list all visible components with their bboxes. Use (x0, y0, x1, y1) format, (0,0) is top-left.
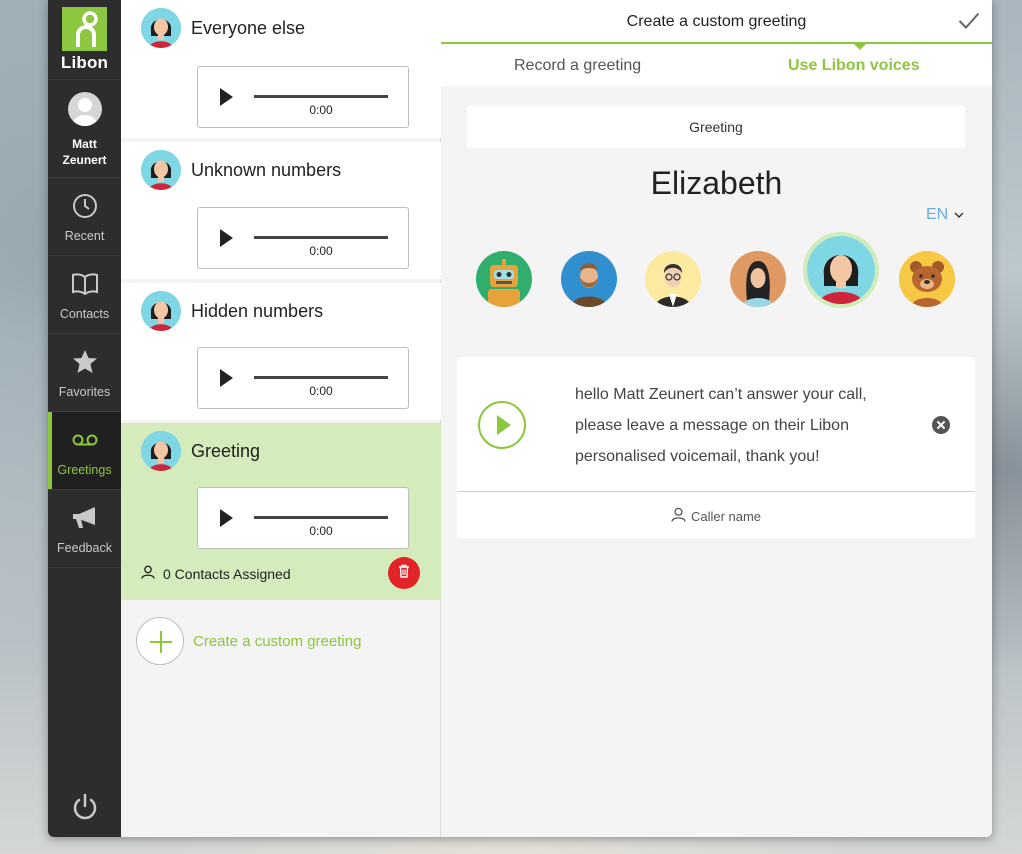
audio-player[interactable]: 0:00 (197, 207, 409, 269)
selected-voice-name: Elizabeth (650, 165, 783, 201)
delete-greeting-button[interactable] (388, 557, 420, 589)
greeting-title: Hidden numbers (191, 301, 324, 321)
panel-header: Create a custom greeting Record a greeti… (441, 0, 992, 86)
user-first-name: Matt (72, 137, 97, 151)
play-icon[interactable] (220, 229, 233, 247)
tab-record-greeting[interactable]: Record a greeting (514, 57, 641, 75)
progress-bar[interactable] (254, 236, 388, 239)
divider (457, 491, 975, 492)
playback-time: 0:00 (309, 524, 333, 538)
greeting-message-text[interactable]: hello Matt Zeunert can’t answer your cal… (575, 379, 905, 472)
nav-label-contacts: Contacts (59, 306, 110, 321)
greeting-title: Everyone else (191, 18, 306, 38)
greeting-message-card: hello Matt Zeunert can’t answer your cal… (457, 357, 975, 538)
greeting-title: Unknown numbers (191, 160, 342, 180)
progress-bar[interactable] (254, 95, 388, 98)
caller-name-label: Caller name (690, 508, 762, 524)
nav-item-favorites[interactable]: Favorites (48, 334, 121, 412)
play-icon[interactable] (220, 88, 233, 106)
playback-time: 0:00 (309, 103, 333, 117)
logo-text: Libon (60, 53, 109, 72)
panel-title: Create a custom greeting (626, 13, 807, 30)
greetings-list: Everyone else 0:00 Unknown numbers 0:00 (121, 0, 441, 837)
play-icon[interactable] (220, 509, 233, 527)
language-selector[interactable]: EN (926, 206, 964, 224)
woman-avatar-icon (141, 431, 181, 471)
greeting-card-unknown-numbers[interactable]: Unknown numbers 0:00 (121, 142, 441, 279)
greeting-label-box: Greeting (467, 106, 965, 148)
contacts-assigned[interactable]: 0 Contacts Assigned (141, 565, 291, 582)
playback-time: 0:00 (309, 244, 333, 258)
user-last-name: Zeunert (62, 153, 107, 167)
active-tab-indicator (853, 43, 867, 50)
logo: Libon (48, 0, 121, 80)
progress-bar[interactable] (254, 516, 388, 519)
libon-window: Libon Matt Zeunert Recent Contacts Favor… (48, 0, 992, 837)
sidebar: Libon Matt Zeunert Recent Contacts Favor… (48, 0, 121, 837)
person-icon (671, 507, 686, 525)
bear-voice-avatar-icon[interactable] (899, 251, 955, 307)
clock-icon (72, 191, 98, 221)
trash-icon (398, 564, 410, 583)
play-greeting-button[interactable] (478, 401, 526, 449)
plus-icon (136, 617, 184, 665)
book-icon (71, 269, 99, 299)
nav-item-recent[interactable]: Recent (48, 178, 121, 256)
greeting-editor: Create a custom greeting Record a greeti… (441, 0, 992, 837)
man-with-glasses-voice-avatar-icon[interactable] (645, 251, 701, 307)
confirm-button[interactable] (958, 12, 980, 35)
user-profile[interactable]: Matt Zeunert (48, 80, 121, 178)
progress-bar[interactable] (254, 376, 388, 379)
avatar (67, 92, 102, 126)
audio-player[interactable]: 0:00 (197, 487, 409, 549)
play-icon[interactable] (220, 369, 233, 387)
tab-use-libon-voices[interactable]: Use Libon voices (788, 57, 920, 75)
libon-logo-icon (62, 7, 107, 51)
woman-long-hair-voice-avatar-icon[interactable] (730, 251, 786, 307)
checkmark-icon (958, 12, 980, 34)
power-button[interactable] (48, 789, 121, 829)
greeting-title: Greeting (191, 441, 261, 461)
person-icon (141, 565, 155, 582)
woman-avatar-icon (141, 8, 181, 48)
woman-avatar-icon (141, 150, 181, 190)
power-icon (72, 793, 98, 826)
nav-label-favorites: Favorites (58, 384, 111, 399)
chevron-down-icon (954, 206, 964, 224)
user-name: Matt Zeunert (62, 136, 106, 168)
greeting-card-everyone-else[interactable]: Everyone else 0:00 (121, 0, 441, 138)
greeting-card-greeting[interactable]: Greeting 0:00 0 Contacts Assigned (121, 423, 441, 600)
audio-player[interactable]: 0:00 (197, 347, 409, 409)
create-custom-greeting-label: Create a custom greeting (193, 632, 362, 650)
nav-item-feedback[interactable]: Feedback (48, 490, 121, 568)
contacts-assigned-label: 0 Contacts Assigned (163, 565, 291, 582)
clear-message-icon[interactable] (932, 416, 950, 434)
audio-player[interactable]: 0:00 (197, 66, 409, 128)
nav-item-contacts[interactable]: Contacts (48, 256, 121, 334)
language-code: EN (926, 206, 949, 223)
elizabeth-voice-avatar-icon[interactable] (803, 232, 879, 308)
nav-label-feedback: Feedback (57, 540, 112, 555)
star-icon (72, 347, 98, 377)
greeting-card-hidden-numbers[interactable]: Hidden numbers 0:00 (121, 283, 441, 420)
tab-underline (441, 42, 992, 44)
robot-voice-avatar-icon[interactable] (476, 251, 532, 307)
playback-time: 0:00 (309, 384, 333, 398)
insert-caller-name-button[interactable]: Caller name (457, 507, 975, 525)
nav-label-greetings: Greetings (57, 462, 112, 477)
megaphone-icon (71, 503, 99, 533)
nav-item-greetings[interactable]: Greetings (48, 412, 121, 490)
bearded-man-voice-avatar-icon[interactable] (561, 251, 617, 307)
create-custom-greeting-button[interactable]: Create a custom greeting (136, 617, 361, 665)
nav-label-recent: Recent (64, 228, 105, 243)
woman-avatar-icon (141, 291, 181, 331)
voicemail-icon (72, 425, 98, 455)
